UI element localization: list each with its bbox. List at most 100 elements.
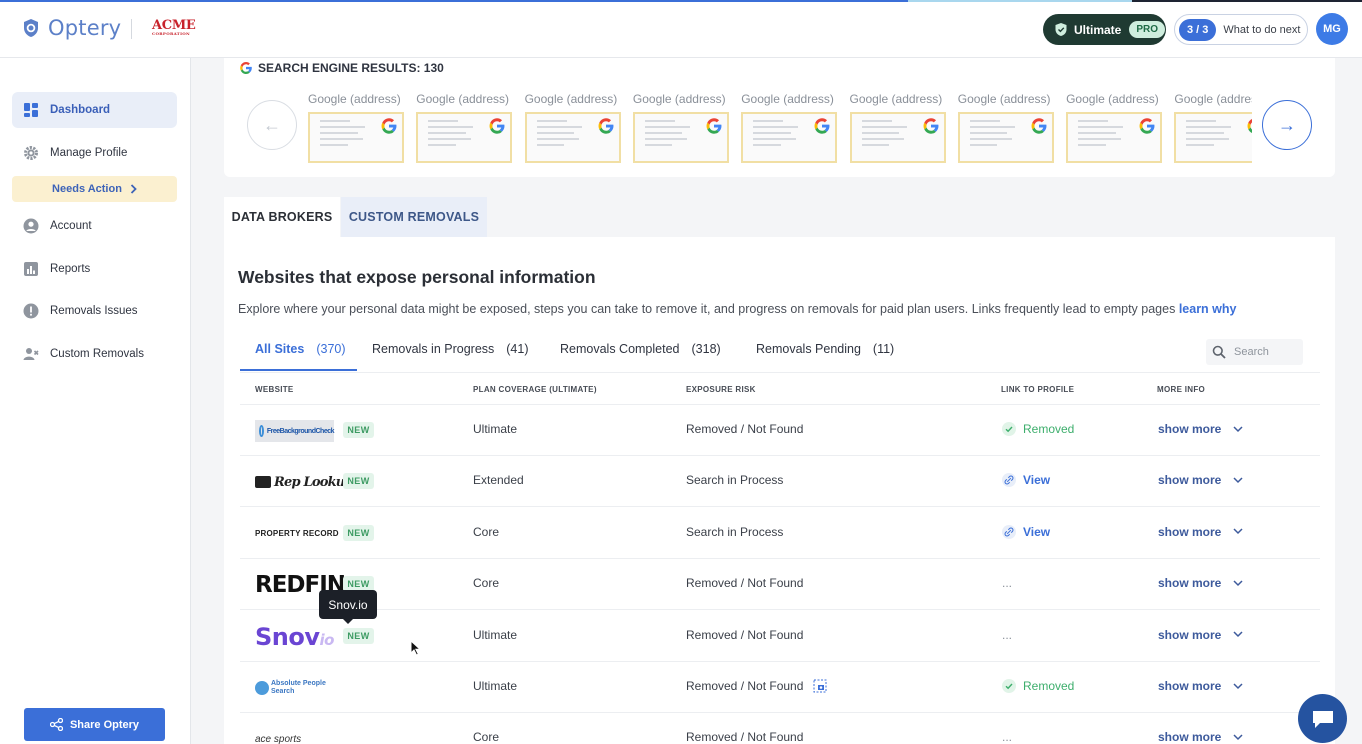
tab-custom-removals[interactable]: CUSTOM REMOVALS [341,197,487,237]
screenshot-icon[interactable] [813,679,827,693]
site-logo[interactable]: Rep Lookup [255,470,354,494]
serp-result-item[interactable]: Google (address) [1174,92,1252,163]
table-row[interactable]: Absolute People Search Ultimate Removed / … [240,662,1320,713]
new-badge: NEW [343,524,374,541]
sidebar-item-dashboard[interactable]: Dashboard [12,92,177,128]
sidebar-item-reports[interactable]: Reports [12,251,177,287]
show-more-button[interactable]: show more [1158,473,1243,487]
serp-result-item[interactable]: Google (address) [1066,92,1163,163]
link-to-profile-cell: ... [1002,628,1012,642]
show-more-label: show more [1158,679,1222,693]
sidebar-item-label: Removals Issues [50,305,138,317]
sidebar: Dashboard Manage Profile Needs Action Ac… [0,58,191,744]
logo-divider [131,19,132,39]
table-row[interactable]: PROPERTY RECORD NEW Core Search in Process V… [240,508,1320,559]
show-more-button[interactable]: show more [1158,525,1243,539]
optery-logo[interactable]: Optery [22,16,121,40]
no-link: ... [1002,730,1013,744]
google-icon [381,118,397,134]
chart-icon [24,262,38,276]
serp-result-item[interactable]: Google (address) [741,92,838,163]
sidebar-item-custom-removals[interactable]: Custom Removals [12,336,177,372]
sidebar-item-label: Custom Removals [50,348,144,360]
table-row[interactable]: FreeBackgroundCheck NEW Ultimate Removed / … [240,405,1320,456]
serp-next-button[interactable]: → [1262,100,1312,150]
column-plan-coverage: PLAN COVERAGE (ULTIMATE) [473,385,597,394]
show-more-label: show more [1158,627,1222,642]
sidebar-item-account[interactable]: Account [12,208,177,244]
sidebar-item-manage-profile[interactable]: Manage Profile [12,135,177,171]
serp-result-thumbnail [308,112,404,163]
share-optery-button[interactable]: Share Optery [24,708,165,741]
link-to-profile-cell: View [1002,524,1050,539]
show-more-button[interactable]: show more [1158,679,1243,693]
filter-removals-in-progress[interactable]: Removals in Progress (41) [372,342,529,356]
check-circle-icon [1002,679,1016,693]
site-logo[interactable]: FreeBackgroundCheck [255,419,335,443]
sidebar-item-label: Reports [50,263,91,275]
sidebar-item-label: Manage Profile [50,147,128,159]
serp-result-item[interactable]: Google (address) [632,92,729,163]
table-row[interactable]: ace sports Core Removed / Not Found... show… [240,713,1320,744]
mouse-cursor-icon [410,640,422,656]
user-circle-icon [23,218,39,234]
search-input[interactable]: Search [1206,339,1303,365]
exposure-risk-cell: Search in Process [686,524,784,539]
plan-coverage-cell: Extended [473,473,524,488]
table-row[interactable]: Snovio NEW Ultimate Removed / Not Found... s… [240,611,1320,662]
serp-result-item[interactable]: Google (address) [524,92,621,163]
site-logo[interactable]: ace sports [255,727,301,744]
table-row[interactable]: Rep Lookup NEW Extended Search in Process Vi… [240,456,1320,508]
show-more-button[interactable]: show more [1158,422,1243,436]
learn-why-link[interactable]: learn why [1179,302,1237,316]
tab-data-brokers[interactable]: DATA BROKERS [224,197,340,237]
google-icon [489,118,505,134]
share-icon [49,718,63,731]
no-link: ... [1002,576,1013,591]
show-more-label: show more [1158,576,1222,591]
what-to-do-next-button[interactable]: 3 / 3 What to do next [1174,14,1308,45]
serp-result-caption: Google (address) [416,92,510,106]
serp-result-thumbnail [1174,112,1252,163]
link-status-removed: Removed [1023,679,1075,693]
chevron-right-icon [130,184,137,194]
active-filter-underline [240,369,357,371]
show-more-button[interactable]: show more [1158,576,1243,590]
filter-removals-pending[interactable]: Removals Pending (11) [756,342,894,356]
site-logo[interactable]: Absolute People Search [255,676,335,700]
shield-logo-icon [24,19,38,37]
google-icon [1139,118,1155,134]
page-title: Websites that expose personal informatio… [238,267,596,287]
sidebar-item-label: Account [50,220,92,232]
top-progress-bar [0,0,1362,2]
plan-coverage-cell: Core [473,524,500,539]
plan-pill[interactable]: Ultimate PRO [1043,14,1166,45]
chat-support-button[interactable] [1298,694,1347,743]
alert-icon [23,303,39,319]
view-profile-link[interactable]: View [1023,525,1050,539]
exposure-risk-cell: Removed / Not Found [686,730,804,744]
serp-prev-button[interactable]: ← [247,100,297,150]
site-logo[interactable]: PROPERTY RECORD [255,522,339,546]
view-profile-link[interactable]: View [1023,473,1050,487]
chevron-down-icon [1233,477,1243,483]
needs-action-button[interactable]: Needs Action [12,176,177,202]
table-row[interactable]: REDFIN NEW Core Removed / Not Found... show … [240,559,1320,611]
user-avatar[interactable]: MG [1316,13,1348,45]
exposure-risk-cell: Removed / Not Found [686,627,804,642]
filter-all-sites[interactable]: All Sites (370) [255,342,346,356]
serp-result-item[interactable]: Google (address) [957,92,1054,163]
serp-result-item[interactable]: Google (address) [849,92,946,163]
check-circle-icon [1002,422,1016,436]
show-more-label: show more [1158,524,1222,539]
chevron-down-icon [1233,734,1243,740]
show-more-button[interactable]: show more [1158,730,1243,744]
serp-result-item[interactable]: Google (address) [416,92,513,163]
show-more-button[interactable]: show more [1158,628,1243,642]
serp-result-item[interactable]: Google (address) [308,92,404,163]
sidebar-item-removals-issues[interactable]: Removals Issues [12,293,177,329]
site-logo[interactable]: Snovio [255,623,334,651]
serp-title: SEARCH ENGINE RESULTS: 130 [239,61,444,75]
link-to-profile-cell: Removed [1002,679,1074,693]
filter-removals-completed[interactable]: Removals Completed (318) [560,342,721,356]
